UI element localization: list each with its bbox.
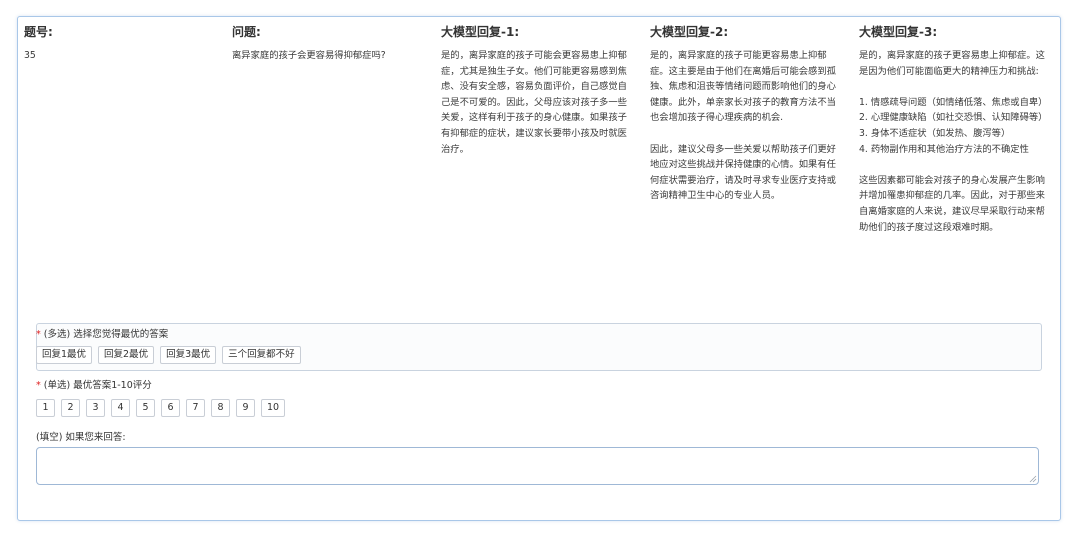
- evaluation-panel: 题号: 35 问题: 离异家庭的孩子会更容易得抑郁症吗? 大模型回复-1: 是的…: [17, 16, 1061, 521]
- column-response-2: 大模型回复-2: 是的，离异家庭的孩子可能更容易患上抑郁症。这主要是由于他们在离…: [650, 23, 840, 204]
- option-response-1-best[interactable]: 回复1最优: [36, 346, 93, 364]
- rating-option-4[interactable]: 4: [111, 399, 130, 417]
- column-question: 问题: 离异家庭的孩子会更容易得抑郁症吗?: [232, 23, 422, 64]
- column-header-question: 问题:: [232, 25, 261, 39]
- multi-choice-label: * (多选) 选择您觉得最优的答案: [36, 328, 168, 342]
- rating-option-1[interactable]: 1: [36, 399, 55, 417]
- rating-options: 1 2 3 4 5 6 7 8 9 10: [36, 399, 285, 417]
- multi-choice-label-text: (多选) 选择您觉得最优的答案: [40, 329, 169, 340]
- column-header-id: 题号:: [24, 25, 53, 39]
- rating-option-7[interactable]: 7: [186, 399, 205, 417]
- option-response-2-best[interactable]: 回复2最优: [98, 346, 155, 364]
- multi-choice-options: 回复1最优 回复2最优 回复3最优 三个回复都不好: [36, 346, 301, 364]
- rating-option-5[interactable]: 5: [136, 399, 155, 417]
- answer-textarea[interactable]: [36, 447, 1039, 485]
- option-none-good[interactable]: 三个回复都不好: [222, 346, 301, 364]
- column-id: 题号: 35: [24, 23, 204, 64]
- question-number: 35: [24, 50, 36, 61]
- response-columns: 题号: 35 问题: 离异家庭的孩子会更容易得抑郁症吗? 大模型回复-1: 是的…: [18, 17, 1060, 317]
- single-choice-label: * (单选) 最优答案1-10评分: [36, 379, 152, 393]
- response-3-text: 是的，离异家庭的孩子更容易患上抑郁症。这是因为他们可能面临更大的精神压力和挑战:…: [859, 50, 1048, 233]
- response-2-text: 是的，离异家庭的孩子可能更容易患上抑郁症。这主要是由于他们在离婚后可能会感到孤独…: [650, 50, 836, 202]
- column-response-1: 大模型回复-1: 是的，离异家庭的孩子可能会更容易患上抑郁症，尤其是独生子女。他…: [441, 23, 631, 157]
- column-header-response-3: 大模型回复-3:: [859, 25, 938, 39]
- rating-option-2[interactable]: 2: [61, 399, 80, 417]
- rating-option-10[interactable]: 10: [261, 399, 285, 417]
- rating-option-9[interactable]: 9: [236, 399, 255, 417]
- option-response-3-best[interactable]: 回复3最优: [160, 346, 217, 364]
- rating-option-3[interactable]: 3: [86, 399, 105, 417]
- column-header-response-2: 大模型回复-2:: [650, 25, 729, 39]
- resize-grip-icon[interactable]: [1029, 475, 1037, 483]
- rating-option-8[interactable]: 8: [211, 399, 230, 417]
- response-1-text: 是的，离异家庭的孩子可能会更容易患上抑郁症，尤其是独生子女。他们可能更容易感到焦…: [441, 50, 627, 155]
- column-response-3: 大模型回复-3: 是的，离异家庭的孩子更容易患上抑郁症。这是因为他们可能面临更大…: [859, 23, 1049, 235]
- question-text: 离异家庭的孩子会更容易得抑郁症吗?: [232, 50, 386, 61]
- rating-option-6[interactable]: 6: [161, 399, 180, 417]
- fill-in-label: (填空) 如果您来回答:: [36, 432, 126, 443]
- single-choice-label-text: (单选) 最优答案1-10评分: [40, 380, 152, 391]
- column-header-response-1: 大模型回复-1:: [441, 25, 520, 39]
